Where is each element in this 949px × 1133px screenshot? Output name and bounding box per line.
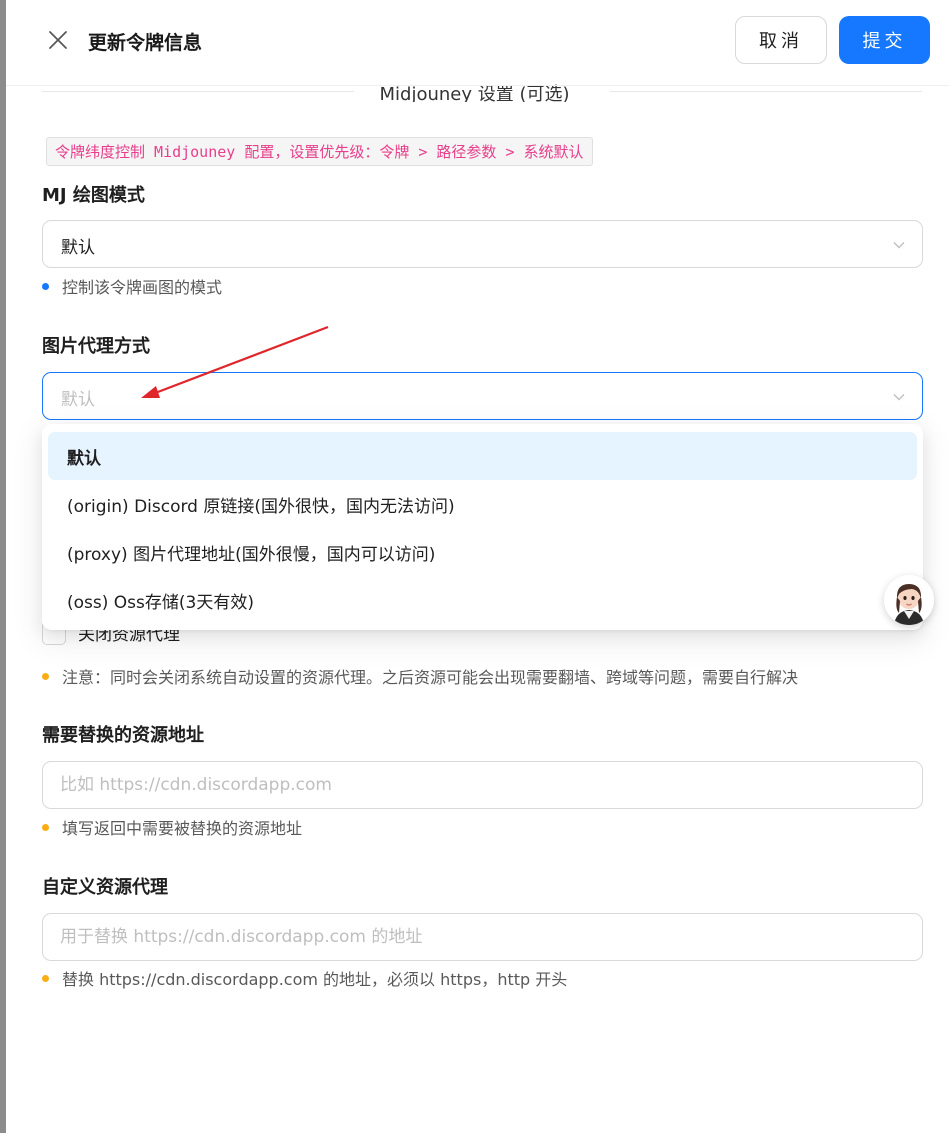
mj-mode-select[interactable]: 默认	[42, 220, 923, 268]
custom-proxy-hint-text: 替换 https://cdn.discordapp.com 的地址，必须以 ht…	[62, 970, 568, 989]
info-dot-icon	[42, 282, 49, 290]
chevron-down-icon	[892, 237, 906, 251]
image-proxy-placeholder: 默认	[61, 390, 95, 410]
divider-line-left	[42, 91, 354, 92]
image-proxy-label: 图片代理方式	[42, 336, 150, 357]
priority-note-code: 令牌纬度控制 Midjouney 配置，设置优先级：令牌 > 路径参数 > 系统…	[46, 137, 593, 166]
window-left-edge	[0, 0, 6, 1133]
mj-mode-hint-text: 控制该令牌画图的模式	[62, 278, 223, 297]
replace-url-hint: 填写返回中需要被替换的资源地址	[42, 815, 302, 839]
divider-line-right	[610, 91, 922, 92]
warning-dot-icon	[42, 672, 49, 680]
warning-dot-icon	[42, 823, 49, 831]
mj-mode-hint: 控制该令牌画图的模式	[42, 274, 222, 298]
dropdown-option-default[interactable]: 默认	[48, 432, 917, 480]
custom-proxy-hint: 替换 https://cdn.discordapp.com 的地址，必须以 ht…	[42, 966, 567, 990]
close-proxy-hint: 注意：同时会关闭系统自动设置的资源代理。之后资源可能会出现需要翻墙、跨域等问题，…	[42, 664, 798, 688]
replace-url-label: 需要替换的资源地址	[42, 725, 204, 746]
chevron-down-icon	[892, 389, 906, 403]
dropdown-option-oss[interactable]: (oss) Oss存储(3天有效)	[48, 576, 917, 624]
warning-dot-icon	[42, 974, 49, 982]
dropdown-option-origin[interactable]: (origin) Discord 原链接(国外很快，国内无法访问)	[48, 480, 917, 528]
replace-url-input[interactable]	[42, 761, 923, 809]
mj-mode-label: MJ 绘图模式	[42, 185, 145, 206]
image-proxy-select[interactable]: 默认	[42, 372, 923, 420]
custom-proxy-input[interactable]	[42, 913, 923, 961]
image-proxy-dropdown: 默认 (origin) Discord 原链接(国外很快，国内无法访问) (pr…	[42, 424, 923, 630]
replace-url-hint-text: 填写返回中需要被替换的资源地址	[62, 819, 303, 838]
section-divider	[42, 91, 922, 92]
mj-mode-value: 默认	[61, 238, 95, 258]
assistant-avatar[interactable]	[884, 575, 934, 625]
close-proxy-hint-text: 注意：同时会关闭系统自动设置的资源代理。之后资源可能会出现需要翻墙、跨域等问题，…	[62, 668, 799, 687]
header-border	[6, 0, 949, 86]
dropdown-option-proxy[interactable]: (proxy) 图片代理地址(国外很慢，国内可以访问)	[48, 528, 917, 576]
custom-proxy-label: 自定义资源代理	[42, 877, 168, 898]
